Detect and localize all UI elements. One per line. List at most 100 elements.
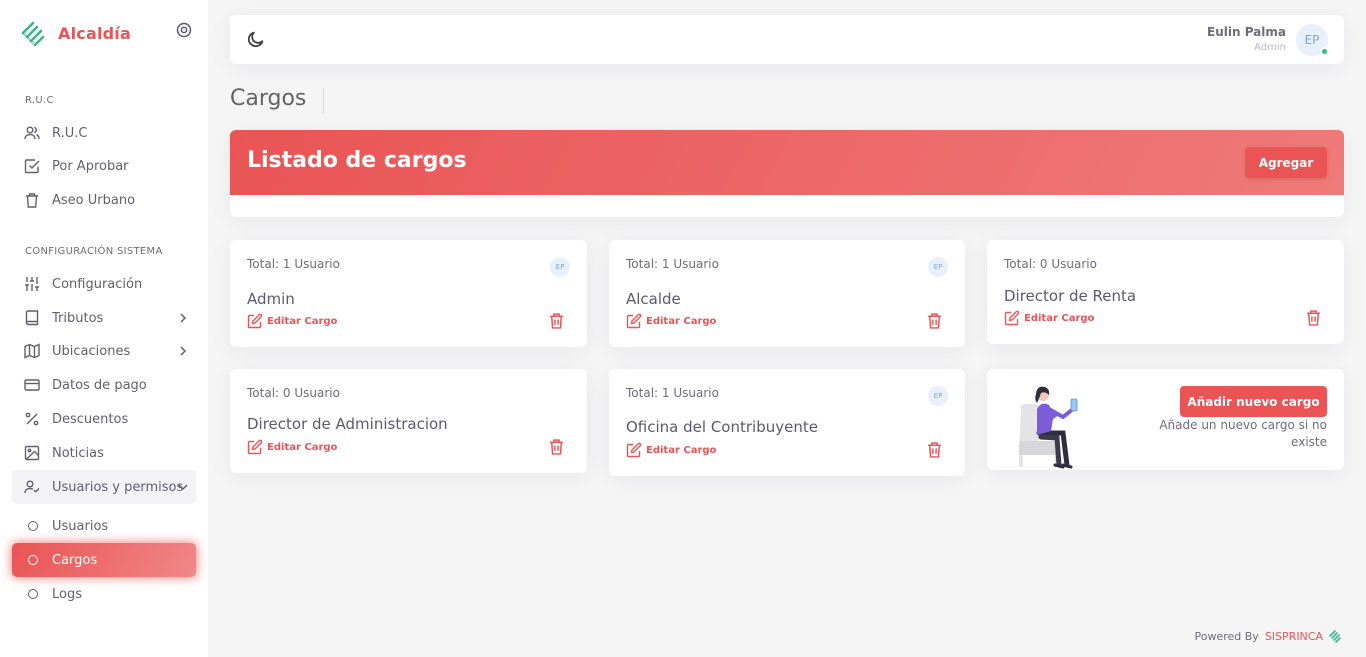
- edit-icon: [626, 313, 642, 329]
- sidebar-item-configuracion[interactable]: Configuración: [12, 267, 196, 301]
- trash-icon: [26, 193, 38, 208]
- role-card: Total: 0 Usuario Director de Administrac…: [230, 369, 587, 473]
- role-total: Total: 1 Usuario: [247, 257, 340, 271]
- add-new-role-button[interactable]: Añadir nuevo cargo: [1180, 386, 1327, 417]
- moon-icon[interactable]: [247, 31, 264, 48]
- banner-title: Listado de cargos: [247, 148, 467, 173]
- nav-header-config: CONFIGURACIÓN SISTEMA: [25, 246, 163, 257]
- sidebar-subitem-usuarios[interactable]: Usuarios: [12, 509, 196, 543]
- sidebar-toggle-icon[interactable]: [176, 22, 192, 38]
- agregar-button[interactable]: Agregar: [1245, 147, 1327, 178]
- person-reading-illustration: [1019, 386, 1078, 469]
- footer-powered: Powered By: [1194, 629, 1259, 643]
- edit-role-link[interactable]: Editar Cargo: [247, 313, 337, 329]
- book-icon: [25, 310, 39, 326]
- footer: Powered By SISPRINCA: [1195, 629, 1343, 643]
- sidebar-item-ubicaciones[interactable]: Ubicaciones: [12, 334, 196, 368]
- chevron-right-icon: [180, 346, 187, 356]
- user-name[interactable]: Eulin Palma: [1207, 25, 1286, 39]
- trash-icon[interactable]: [926, 441, 943, 458]
- listado-banner: Listado de cargos Agregar: [230, 130, 1344, 195]
- edit-role-label: Editar Cargo: [267, 441, 338, 453]
- edit-icon: [247, 439, 263, 455]
- user-check-icon: [24, 480, 40, 494]
- users-icon: [24, 126, 40, 140]
- trash-icon[interactable]: [548, 312, 565, 329]
- sidebar-item-noticias[interactable]: Noticias: [12, 436, 196, 470]
- brand[interactable]: Alcaldía: [20, 20, 131, 46]
- edit-role-link[interactable]: Editar Cargo: [626, 442, 716, 458]
- trash-icon[interactable]: [926, 312, 943, 329]
- sidebar-item-label: Ubicaciones: [52, 343, 131, 359]
- sidebar-item-datos-de-pago[interactable]: Datos de pago: [12, 368, 196, 402]
- avatar-initials: EP: [1304, 33, 1320, 47]
- sidebar-item-label: Noticias: [52, 445, 104, 461]
- title-divider: [323, 88, 324, 114]
- circle-icon: [28, 589, 38, 599]
- edit-role-link[interactable]: Editar Cargo: [626, 313, 716, 329]
- sisprinca-logo-icon: [1329, 630, 1341, 643]
- role-card: Total: 1 Usuario EP Admin Editar Cargo: [230, 240, 587, 347]
- credit-card-icon: [24, 379, 40, 391]
- sidebar-item-label: Aseo Urbano: [52, 192, 136, 208]
- sidebar-item-aseo-urbano[interactable]: Aseo Urbano: [12, 183, 196, 217]
- page-title: Cargos: [230, 86, 307, 111]
- sidebar-subitem-label: Logs: [52, 586, 82, 602]
- sidebar-subitem-logs[interactable]: Logs: [12, 577, 196, 611]
- sidebar-subitem-label: Usuarios: [52, 518, 109, 534]
- brand-name: Alcaldía: [58, 23, 131, 43]
- alcaldia-logo-icon: [21, 21, 45, 46]
- sidebar-item-label: Tributos: [52, 310, 104, 326]
- avatar: EP: [550, 257, 570, 277]
- sidebar-item-label: Descuentos: [52, 411, 129, 427]
- sidebar-item-ruc[interactable]: R.U.C: [12, 116, 196, 150]
- role-name: Director de Renta: [1004, 287, 1137, 305]
- role-total: Total: 0 Usuario: [247, 386, 340, 400]
- trash-icon[interactable]: [1305, 309, 1322, 326]
- check-square-icon: [24, 159, 40, 174]
- role-name: Admin: [247, 290, 295, 308]
- edit-icon: [1004, 310, 1020, 326]
- chevron-right-icon: [180, 313, 187, 323]
- sidebar-item-por-aprobar[interactable]: Por Aprobar: [12, 149, 196, 183]
- nav-header-ruc: R.U.C: [25, 95, 54, 106]
- avatar[interactable]: EP: [1296, 24, 1329, 56]
- footer-brand-link[interactable]: SISPRINCA: [1265, 630, 1323, 643]
- role-name: Oficina del Contribuyente: [626, 418, 818, 436]
- edit-role-link[interactable]: Editar Cargo: [247, 439, 337, 455]
- sidebar-item-descuentos[interactable]: Descuentos: [12, 402, 196, 436]
- sidebar-item-label: R.U.C: [52, 125, 88, 141]
- sidebar-subitem-cargos[interactable]: Cargos: [12, 543, 196, 577]
- edit-icon: [626, 442, 642, 458]
- circle-icon: [28, 555, 38, 565]
- role-total: Total: 0 Usuario: [1004, 257, 1097, 271]
- role-total: Total: 1 Usuario: [626, 257, 719, 271]
- edit-icon: [247, 313, 263, 329]
- avatar: EP: [928, 257, 948, 277]
- role-name: Director de Administracion: [247, 415, 448, 433]
- edit-role-link[interactable]: Editar Cargo: [1004, 310, 1094, 326]
- sidebar-item-tributos[interactable]: Tributos: [12, 301, 196, 335]
- role-card: Total: 1 Usuario EP Alcalde Editar Cargo: [609, 240, 965, 347]
- role-name: Alcalde: [626, 290, 681, 308]
- sidebar-item-usuarios-y-permisos[interactable]: Usuarios y permisos: [12, 470, 196, 504]
- sidebar-item-label: Configuración: [52, 276, 143, 292]
- sidebar-item-label: Datos de pago: [52, 377, 147, 393]
- sidebar-subitem-label: Cargos: [52, 552, 98, 568]
- trash-icon[interactable]: [548, 438, 565, 455]
- add-role-card: Añadir nuevo cargo Añade un nuevo cargo …: [987, 369, 1344, 470]
- edit-role-label: Editar Cargo: [1024, 312, 1095, 324]
- edit-role-label: Editar Cargo: [267, 315, 338, 327]
- listado-card: Listado de cargos Agregar: [230, 130, 1344, 217]
- image-icon: [24, 445, 40, 461]
- chevron-down-icon: [178, 484, 188, 491]
- avatar: EP: [928, 386, 948, 406]
- role-card: Total: 0 Usuario Director de Renta Edita…: [987, 240, 1344, 344]
- sidebar-item-label: Por Aprobar: [52, 158, 129, 174]
- sidebar: Alcaldía R.U.C R.U.C Por Aprobar Aseo Ur…: [0, 0, 208, 657]
- user-role: Admin: [1254, 42, 1286, 53]
- map-icon: [24, 343, 40, 359]
- edit-role-label: Editar Cargo: [646, 315, 717, 327]
- sliders-icon: [25, 277, 39, 291]
- role-card: Total: 1 Usuario EP Oficina del Contribu…: [609, 369, 965, 476]
